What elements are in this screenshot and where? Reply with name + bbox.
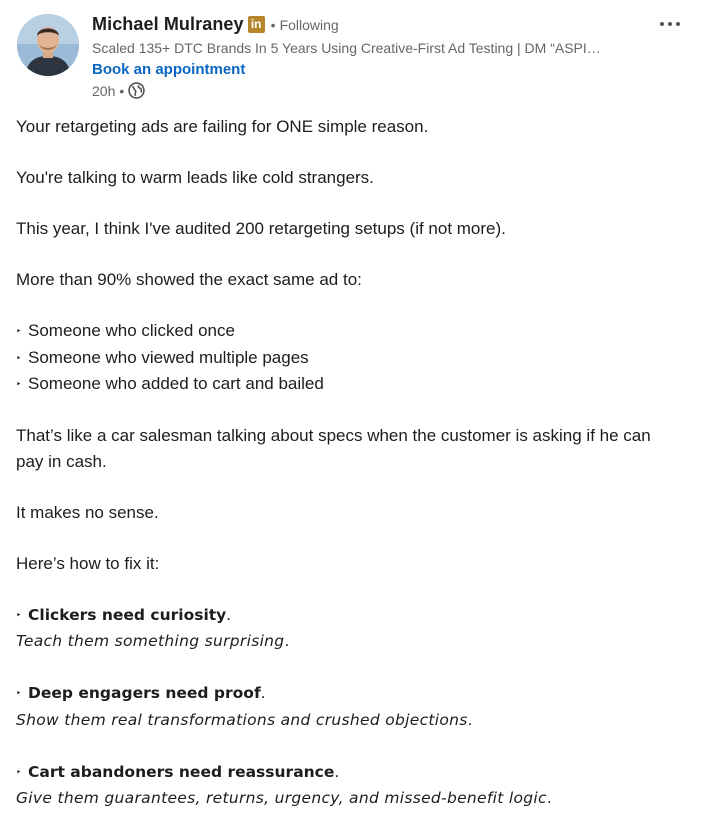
globe-icon: [128, 82, 145, 99]
author-name-row: Michael Mulraney in • Following: [92, 14, 339, 35]
bullet-marker: ‣: [16, 688, 22, 698]
post-paragraph: That’s like a car salesman talking about…: [16, 426, 651, 445]
fix-heading: ‣ Deep engagers need proof.: [16, 680, 686, 707]
bullet-marker: ‣: [16, 609, 22, 620]
bullet-item: ‣ Someone who viewed multiple pages: [16, 345, 686, 372]
post-paragraph: Here’s how to fix it:: [16, 553, 160, 573]
post-paragraph: More than 90% showed the exact same ad t…: [16, 270, 362, 289]
separator-dot: •: [270, 16, 276, 33]
avatar-photo: [17, 14, 79, 76]
post-paragraph: It makes no sense.: [16, 502, 159, 522]
bullet-marker: ‣: [16, 766, 22, 777]
book-appointment-link[interactable]: Book an appointment: [92, 61, 245, 78]
feed-post: Michael Mulraney in • Following Scaled 1…: [0, 0, 703, 819]
bullet-marker: ‣: [16, 326, 22, 336]
linkedin-badge-icon: in: [247, 16, 265, 33]
post-paragraph: Your retargeting ads are failing for ONE…: [16, 117, 429, 136]
bullet-item: ‣ Someone who clicked once: [16, 318, 686, 345]
post-paragraph: This year, I think I've audited 200 reta…: [16, 219, 506, 238]
author-headline: Scaled 135+ DTC Brands In 5 Years Using …: [92, 40, 601, 56]
post-paragraph: You're talking to warm leads like cold s…: [16, 168, 374, 187]
more-horizontal-icon: [660, 22, 664, 26]
following-status: Following: [279, 16, 339, 33]
post-meta: 20h •: [92, 82, 145, 99]
meta-separator: •: [119, 82, 125, 99]
fix-detail: Give them guarantees, returns, urgency, …: [16, 788, 552, 807]
post-paragraph-cont: pay in cash.: [16, 451, 107, 471]
fix-heading: ‣ Cart abandoners need reassurance.: [16, 759, 686, 786]
post-time: 20h: [92, 82, 116, 99]
fix-detail: Show them real transformations and crush…: [16, 709, 473, 729]
fix-detail: Teach them something surprising.: [16, 631, 290, 650]
more-options-button[interactable]: [652, 10, 688, 38]
bullet-marker: ‣: [16, 352, 22, 363]
author-name[interactable]: Michael Mulraney: [92, 14, 244, 35]
fix-heading: ‣ Clickers need curiosity.: [16, 602, 686, 629]
post-body: Your retargeting ads are failing for ONE…: [16, 114, 686, 812]
avatar[interactable]: [17, 14, 79, 76]
bullet-item: ‣ Someone who added to cart and bailed: [16, 371, 686, 398]
bullet-marker: ‣: [16, 379, 22, 389]
